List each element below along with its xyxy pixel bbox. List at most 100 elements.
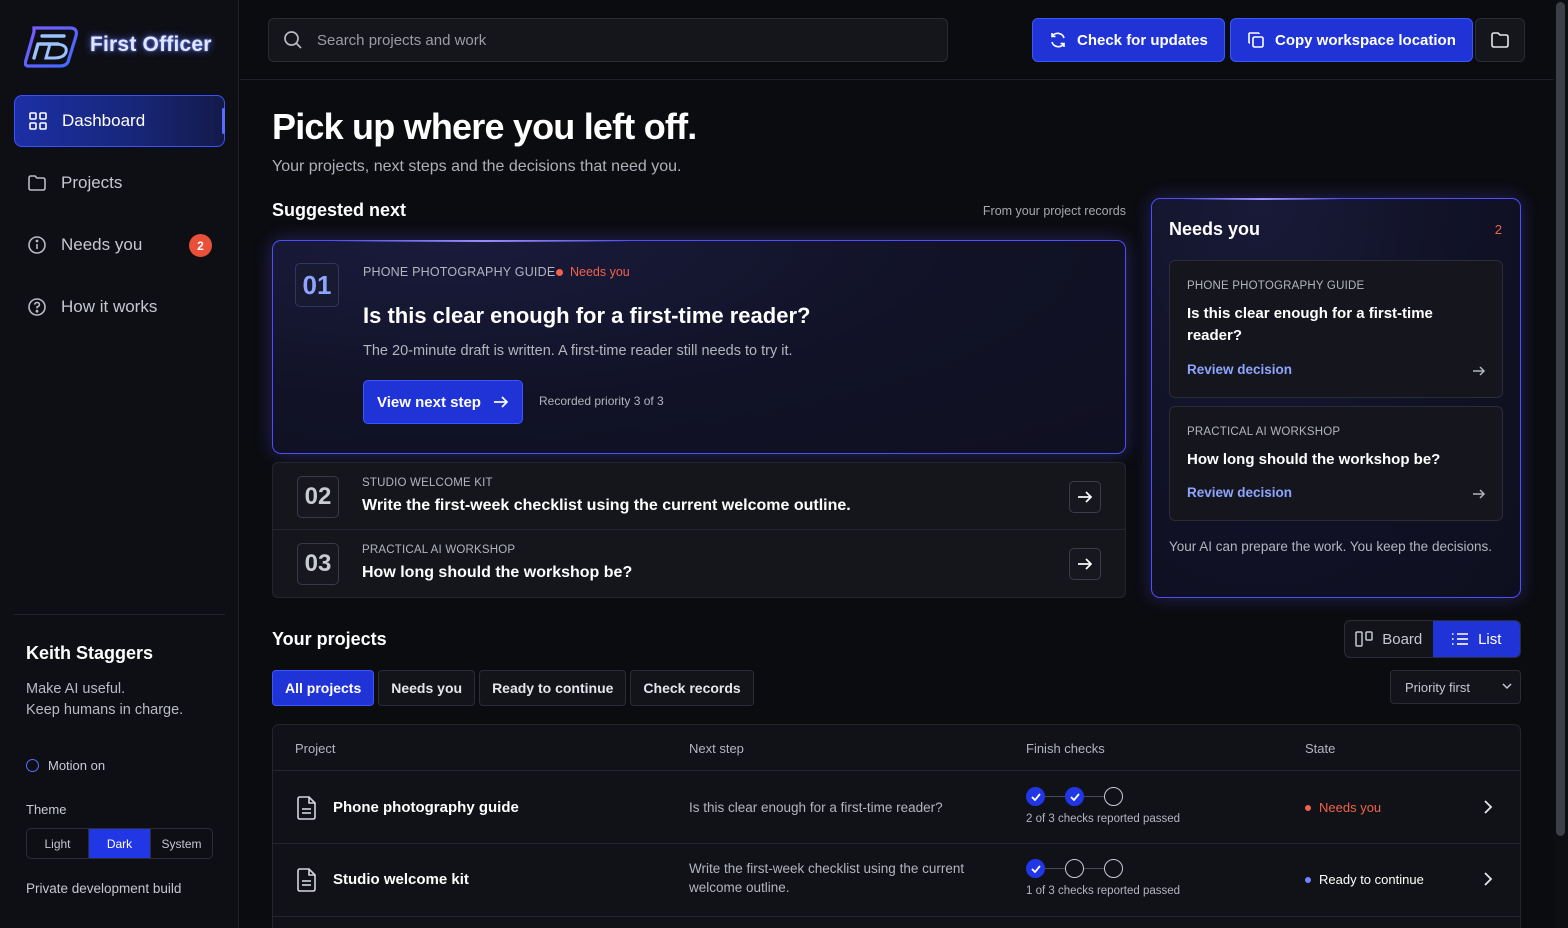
- sidebar-item-label: Dashboard: [62, 111, 146, 130]
- step-connector: [1045, 795, 1065, 798]
- filter-check-records[interactable]: Check records: [630, 670, 754, 706]
- featured-project-name: PHONE PHOTOGRAPHY GUIDE: [363, 265, 556, 279]
- finish-checks-progress: [1026, 787, 1123, 806]
- user-name: Keith Staggers: [26, 643, 154, 663]
- sort-value: Priority first: [1405, 679, 1470, 695]
- logo-mark-icon: [24, 26, 78, 68]
- projects-table: Project Next step Finish checks State Ph…: [272, 724, 1521, 928]
- suggested-next-note: From your project records: [982, 204, 1126, 218]
- suggested-next-title: Suggested next: [272, 200, 407, 220]
- sidebar-item-dashboard[interactable]: Dashboard: [14, 95, 225, 147]
- priority-note: Recorded priority 3 of 3: [539, 394, 664, 408]
- status-dot-icon: [556, 268, 563, 276]
- featured-description: The 20-minute draft is written. A first-…: [363, 343, 793, 359]
- arrow-right-icon: [1473, 366, 1486, 376]
- decision-question: Is this clear enough for a first-time re…: [1187, 305, 1433, 344]
- status-badge: Ready to continue: [1305, 872, 1424, 887]
- table-row[interactable]: Phone photography guide Is this clear en…: [273, 770, 1520, 843]
- column-header-state: State: [1305, 741, 1336, 756]
- view-list-button[interactable]: List: [1432, 621, 1520, 657]
- folder-icon: [1491, 32, 1509, 48]
- page-scrollbar-thumb[interactable]: [1556, 2, 1565, 836]
- column-header-project: Project: [295, 741, 336, 756]
- needs-you-panel: Needs you 2 PHONE PHOTOGRAPHY GUIDE Is t…: [1151, 198, 1521, 598]
- project-next-step: Is this clear enough for a first-time re…: [689, 800, 943, 815]
- search-input[interactable]: [317, 31, 917, 49]
- theme-option-dark[interactable]: Dark: [89, 829, 151, 858]
- list-icon: [1452, 633, 1469, 645]
- motion-toggle[interactable]: Motion on: [26, 758, 105, 773]
- decision-card[interactable]: PHONE PHOTOGRAPHY GUIDE Is this clear en…: [1169, 260, 1503, 398]
- sidebar-item-label: Needs you: [61, 235, 143, 254]
- document-icon: [297, 796, 316, 820]
- top-bar: Check for updates Copy workspace locatio…: [240, 0, 1554, 80]
- table-row[interactable]: Studio welcome kit Write the first-week …: [273, 843, 1520, 916]
- folder-icon: [28, 175, 46, 191]
- sidebar-item-needs-you[interactable]: Needs you 2: [14, 219, 225, 271]
- sidebar-item-label: How it works: [61, 297, 158, 316]
- step-connector: [1084, 795, 1104, 798]
- open-folder-button[interactable]: [1475, 18, 1525, 62]
- app-logo[interactable]: First Officer: [24, 22, 212, 68]
- featured-question: Is this clear enough for a first-time re…: [363, 303, 811, 328]
- view-board-label: Board: [1382, 630, 1423, 648]
- review-decision-link[interactable]: Review decision: [1187, 362, 1292, 377]
- status-label: Needs you: [1319, 800, 1382, 815]
- chevron-right-icon[interactable]: [1483, 871, 1493, 887]
- row-title: Write the first-week checklist using the…: [362, 497, 851, 514]
- next-step-row[interactable]: 02 STUDIO WELCOME KIT Write the first-we…: [272, 462, 1126, 530]
- decision-card[interactable]: PRACTICAL AI WORKSHOP How long should th…: [1169, 406, 1503, 521]
- sidebar-nav: Dashboard Projects Needs you 2 How it wo…: [14, 95, 225, 343]
- review-decision-link[interactable]: Review decision: [1187, 485, 1292, 500]
- column-header-next-step: Next step: [689, 741, 744, 756]
- arrow-right-icon: [1473, 489, 1486, 499]
- search-icon: [284, 31, 302, 49]
- app-name: First Officer: [90, 33, 212, 56]
- copy-location-label: Copy workspace location: [1275, 31, 1456, 49]
- needs-you-title: Needs you: [1169, 219, 1261, 239]
- build-label: Private development build: [26, 881, 182, 896]
- chevron-right-icon[interactable]: [1483, 799, 1493, 815]
- sidebar: First Officer Dashboard Projects Needs y…: [0, 0, 239, 928]
- needs-you-tag-label: Needs you: [570, 265, 630, 279]
- filter-ready-to-continue[interactable]: Ready to continue: [479, 670, 627, 706]
- filter-needs-you[interactable]: Needs you: [378, 670, 476, 706]
- view-board-button[interactable]: Board: [1345, 621, 1433, 657]
- status-dot-icon: [1305, 804, 1311, 811]
- search-box[interactable]: [268, 18, 948, 62]
- next-step-row[interactable]: 03 PRACTICAL AI WORKSHOP How long should…: [272, 530, 1126, 598]
- theme-option-system[interactable]: System: [151, 829, 212, 858]
- sidebar-divider: [14, 614, 225, 615]
- sort-select[interactable]: Priority first: [1390, 670, 1521, 704]
- table-row[interactable]: [273, 916, 1520, 928]
- sidebar-item-label: Projects: [61, 173, 123, 192]
- user-tagline: Make AI useful. Keep humans in charge.: [26, 679, 183, 721]
- check-updates-label: Check for updates: [1077, 31, 1208, 49]
- finish-checks-progress: [1026, 859, 1123, 878]
- featured-next-step-card[interactable]: 01 PHONE PHOTOGRAPHY GUIDE Needs you Is …: [272, 240, 1126, 454]
- view-next-step-button[interactable]: View next step: [363, 380, 523, 424]
- filter-all-projects[interactable]: All projects: [272, 670, 375, 706]
- check-done-icon: [1065, 787, 1084, 806]
- status-label: Ready to continue: [1319, 872, 1424, 887]
- sidebar-item-projects[interactable]: Projects: [14, 157, 225, 209]
- theme-option-light[interactable]: Light: [27, 829, 89, 858]
- open-step-button[interactable]: [1069, 481, 1101, 513]
- page-title: Pick up where you left off.: [272, 106, 697, 147]
- checks-note: 2 of 3 checks reported passed: [1026, 813, 1181, 825]
- open-step-button[interactable]: [1069, 548, 1101, 580]
- check-pending-icon: [1065, 859, 1084, 878]
- row-project-name: PRACTICAL AI WORKSHOP: [362, 544, 516, 556]
- check-updates-button[interactable]: Check for updates: [1032, 18, 1225, 62]
- needs-you-badge: 2: [189, 234, 212, 257]
- status-dot-icon: [1305, 876, 1311, 883]
- theme-label: Theme: [26, 802, 67, 817]
- view-next-step-label: View next step: [377, 393, 481, 411]
- copy-location-button[interactable]: Copy workspace location: [1230, 18, 1473, 62]
- check-pending-icon: [1104, 787, 1123, 806]
- page-scrollbar-track[interactable]: [1554, 0, 1568, 928]
- status-badge: Needs you: [1305, 800, 1381, 815]
- row-title: How long should the workshop be?: [362, 564, 633, 581]
- project-name: Phone photography guide: [333, 799, 519, 816]
- sidebar-item-how-it-works[interactable]: How it works: [14, 281, 225, 333]
